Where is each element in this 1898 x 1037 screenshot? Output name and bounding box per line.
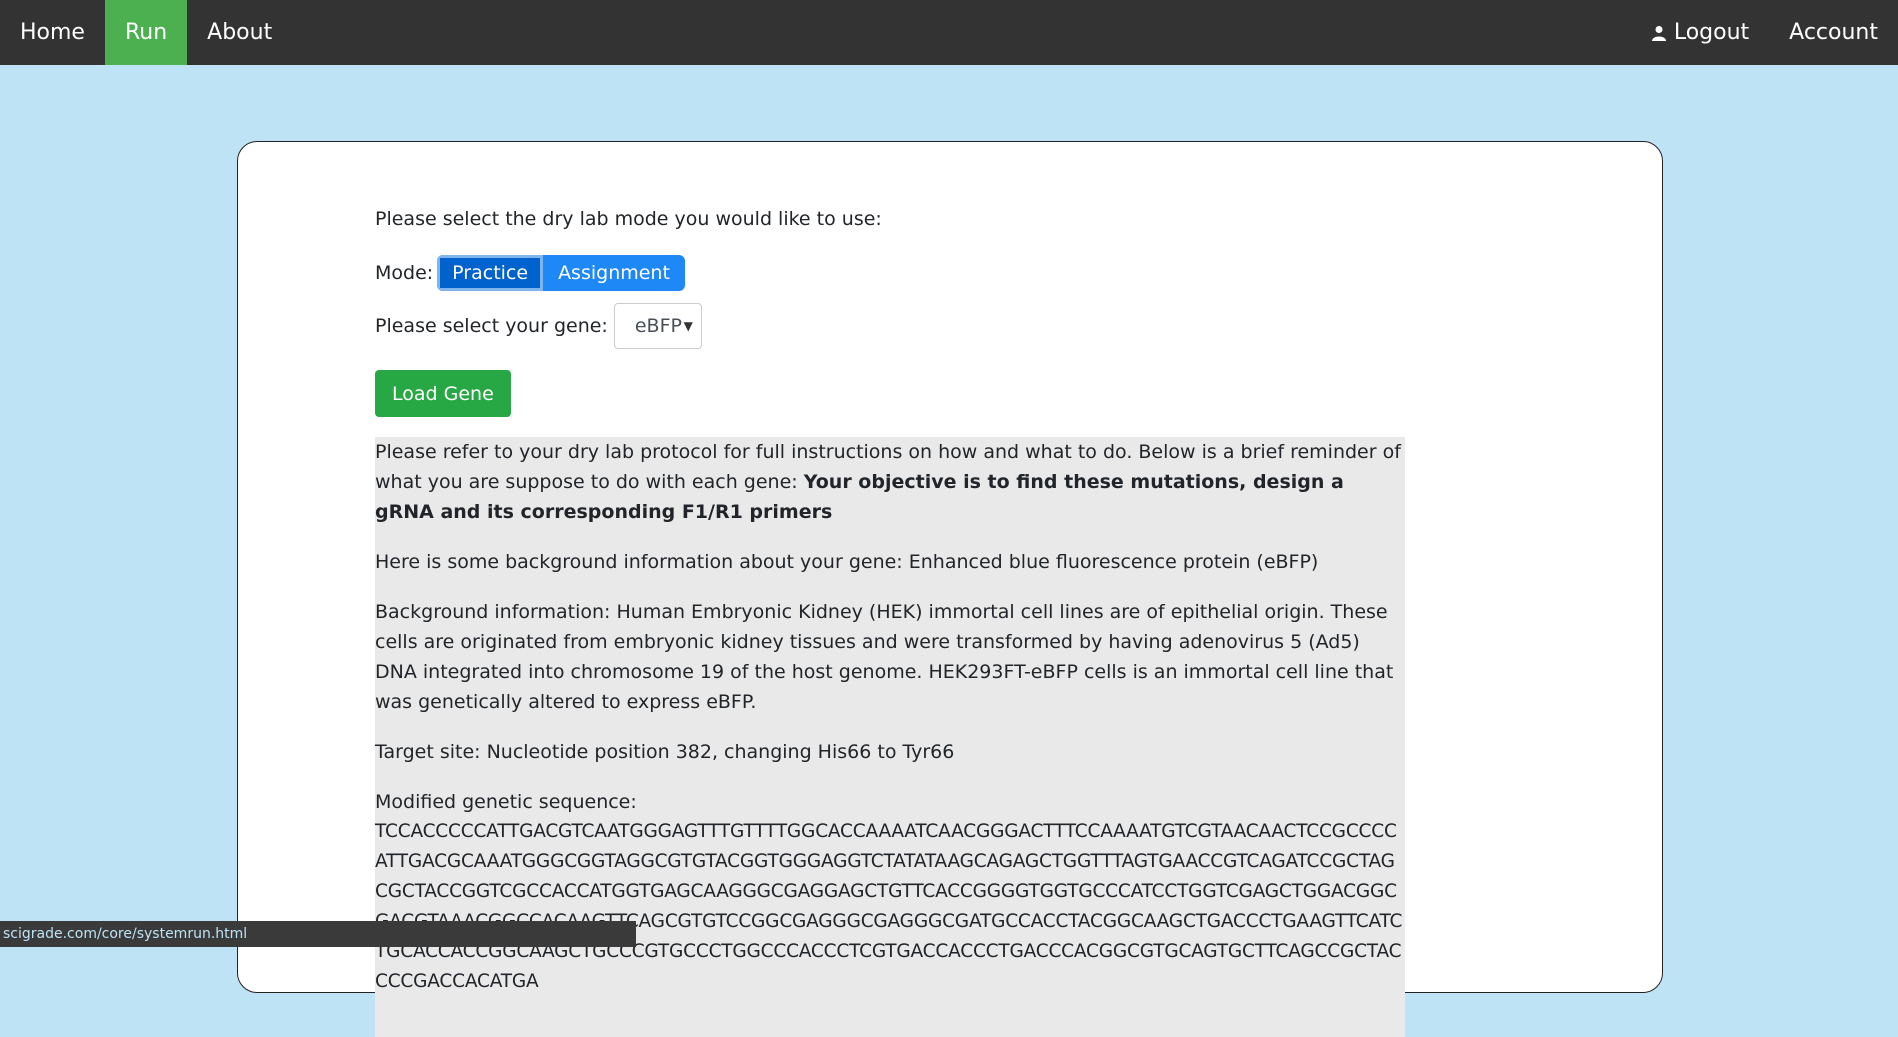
assignment-button[interactable]: Assignment [543, 255, 685, 291]
nav-about-link[interactable]: About [187, 0, 292, 65]
mode-button-group: Practice Assignment [437, 255, 685, 291]
nav-account-link[interactable]: Account [1769, 0, 1898, 65]
target-site: Target site: Nucleotide position 382, ch… [375, 741, 955, 763]
chevron-down-icon: ▼ [683, 319, 693, 333]
load-gene-button[interactable]: Load Gene [375, 370, 511, 417]
nav-logout-label: Logout [1673, 20, 1750, 45]
modified-sequence-label: Modified genetic sequence: [375, 791, 637, 813]
nav-home-link[interactable]: Home [0, 0, 105, 65]
mode-label: Mode: [375, 262, 434, 284]
background-paragraph: Background information: Human Embryonic … [375, 601, 1394, 713]
top-navbar: Home Run About Logout Account [0, 0, 1898, 65]
gene-select-value: eBFP [634, 315, 682, 337]
modified-sequence: TCCACCCCCATTGACGTCAATGGGAGTTTGTTTTGGCACC… [375, 821, 1403, 992]
background-intro: Here is some background information abou… [375, 551, 1319, 573]
nav-left-group: Home Run About [0, 0, 292, 65]
gene-row: Please select your gene: eBFP ▼ [375, 301, 1405, 351]
nav-logout-link[interactable]: Logout [1632, 0, 1769, 65]
user-icon [1651, 25, 1666, 41]
nav-run-link[interactable]: Run [104, 0, 188, 65]
mode-row: Mode: Practice Assignment [375, 253, 1405, 293]
gene-info-panel: Please refer to your dry lab protocol fo… [375, 437, 1405, 1037]
gene-select[interactable]: eBFP ▼ [613, 303, 702, 349]
status-bar-url: scigrade.com/core/systemrun.html [0, 921, 636, 947]
instructions-paragraph: Please refer to your dry lab protocol fo… [375, 437, 1405, 527]
gene-label: Please select your gene: [375, 315, 608, 337]
main-content: Please select the dry lab mode you would… [375, 200, 1405, 1037]
nav-right-group: Logout Account [1632, 0, 1898, 65]
practice-button[interactable]: Practice [437, 255, 544, 291]
mode-prompt: Please select the dry lab mode you would… [375, 208, 882, 230]
